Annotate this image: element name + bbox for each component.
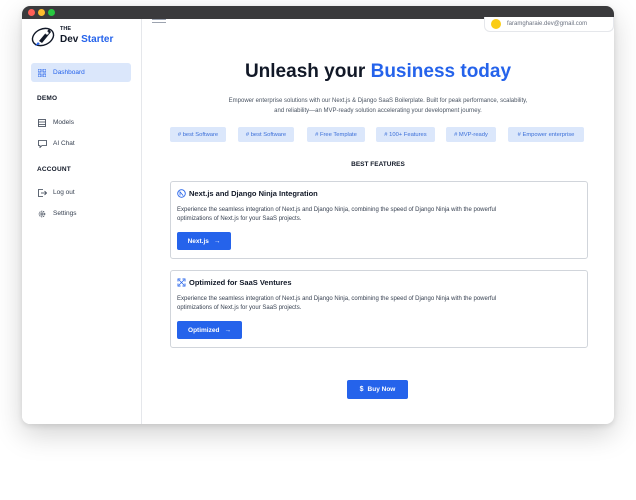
optimized-button[interactable]: Optimized → — [177, 321, 242, 339]
feature-card: Optimized for SaaS Ventures Experience t… — [170, 270, 588, 348]
tag-chip[interactable]: # Free Template — [307, 127, 365, 142]
section-label-account: ACCOUNT — [37, 166, 71, 173]
brand-logo[interactable]: THE Dev Starter — [30, 23, 140, 53]
minimize-window-button[interactable] — [38, 9, 45, 16]
description-line: optimizations of Next.js for your SaaS p… — [177, 216, 302, 222]
section-label-demo: DEMO — [37, 95, 58, 102]
rocket-logo-icon — [31, 27, 55, 47]
features-heading: BEST FEATURES — [351, 161, 405, 168]
main-content: Unleash your Business today Empower ente… — [142, 19, 614, 424]
feature-card: Next.js and Django Ninja Integration Exp… — [170, 181, 588, 259]
dollar-icon: $ — [359, 386, 364, 393]
button-label: Optimized — [188, 326, 220, 334]
description-line: optimizations of Next.js for your SaaS p… — [177, 305, 302, 311]
chat-icon — [37, 139, 47, 149]
arrow-right-icon: → — [213, 237, 221, 245]
hero-subtitle-line: Empower enterprise solutions with our Ne… — [228, 98, 528, 104]
expand-icon — [177, 278, 186, 287]
feature-card-title-text: Next.js and Django Ninja Integration — [189, 189, 318, 198]
tag-list: # best Software # best Software # Free T… — [170, 127, 590, 143]
feature-card-title-text: Optimized for SaaS Ventures — [189, 278, 292, 287]
sidebar-item-settings[interactable]: Settings — [31, 204, 131, 223]
dashboard-grid-icon — [37, 68, 47, 78]
tag-chip[interactable]: # 100+ Features — [376, 127, 435, 142]
tag-chip[interactable]: # best Software — [170, 127, 226, 142]
hero-subtitle-line: and reliability—an MVP-ready solution ac… — [274, 108, 482, 114]
button-label: Buy Now — [367, 386, 396, 393]
hero-title-accent: Business today — [370, 61, 512, 82]
brand-the: THE — [60, 26, 71, 32]
sidebar-item-log-out[interactable]: Log out — [31, 183, 131, 202]
description-line: Experience the seamless integration of N… — [177, 207, 497, 213]
tag-chip[interactable]: # best Software — [238, 127, 294, 142]
sidebar-item-label: Dashboard — [53, 69, 85, 76]
sidebar-item-dashboard[interactable]: Dashboard — [31, 63, 131, 82]
description-line: Experience the seamless integration of N… — [177, 296, 497, 302]
tag-chip[interactable]: # MVP-ready — [446, 127, 496, 142]
nextjs-icon — [177, 189, 186, 198]
sidebar-item-ai-chat[interactable]: AI Chat — [31, 134, 131, 153]
models-icon — [37, 118, 47, 128]
hero-title: Unleash your Business today — [142, 61, 614, 83]
sidebar-item-label: Settings — [53, 210, 77, 217]
hero-title-prefix: Unleash your — [244, 61, 371, 82]
sidebar-item-models[interactable]: Models — [31, 113, 131, 132]
hero-subtitle: Empower enterprise solutions with our Ne… — [182, 96, 574, 116]
logout-icon — [37, 188, 47, 198]
sidebar-item-label: Models — [53, 119, 74, 126]
nextjs-button[interactable]: Next.js → — [177, 232, 231, 250]
sidebar-item-label: Log out — [53, 189, 75, 196]
feature-card-title: Optimized for SaaS Ventures — [177, 278, 292, 287]
gear-icon — [37, 209, 47, 219]
maximize-window-button[interactable] — [48, 9, 55, 16]
arrow-right-icon: → — [224, 326, 231, 334]
feature-card-description: Experience the seamless integration of N… — [177, 206, 567, 224]
app-window: THE Dev Starter Dashboard DEMO Models AI… — [22, 6, 614, 424]
buy-now-button[interactable]: $ Buy Now — [347, 380, 408, 399]
feature-card-title: Next.js and Django Ninja Integration — [177, 189, 318, 198]
close-window-button[interactable] — [28, 9, 35, 16]
feature-card-description: Experience the seamless integration of N… — [177, 295, 567, 313]
brand-name: Dev Starter — [60, 34, 113, 45]
tag-chip[interactable]: # Empower enterprise — [508, 127, 584, 142]
sidebar: THE Dev Starter Dashboard DEMO Models AI… — [22, 19, 142, 424]
brand-name-prefix: Dev — [60, 34, 79, 45]
brand-name-accent: Starter — [81, 34, 114, 45]
button-label: Next.js — [187, 237, 209, 245]
sidebar-item-label: AI Chat — [53, 140, 75, 147]
